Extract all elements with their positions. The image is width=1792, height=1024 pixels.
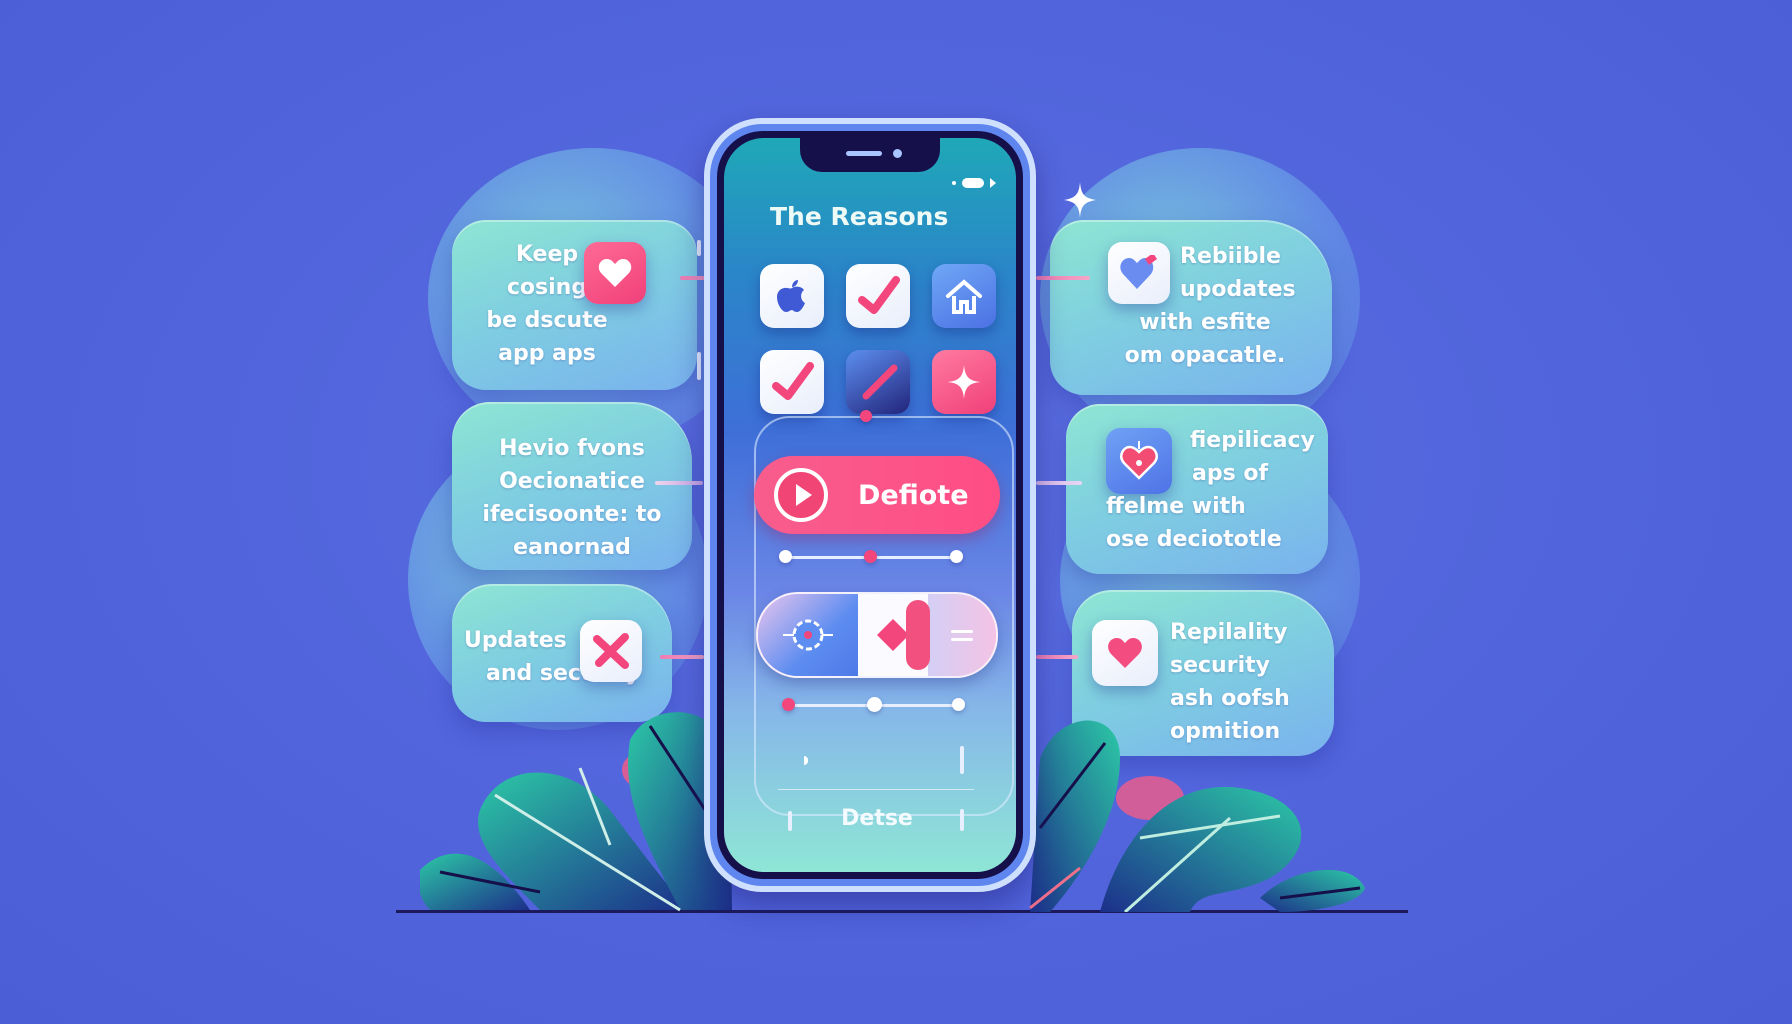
segmented-toggle[interactable] <box>756 592 998 678</box>
slider-endpoint <box>782 698 795 711</box>
checkmark-icon <box>772 362 814 400</box>
left-card-2: Hevio fvons Oecionatice ifecisoonte: to … <box>452 402 692 570</box>
panel-tick <box>960 809 964 831</box>
right-card-1: Rebiible upodates with esfite om opacatl… <box>1050 220 1332 395</box>
card-text-line: with esfite <box>1139 310 1271 335</box>
slider-endpoint <box>779 550 792 563</box>
battery-icon <box>962 178 984 188</box>
slider-thumb[interactable] <box>867 697 882 712</box>
signal-dot-icon <box>952 181 956 185</box>
apple-logo-icon <box>777 280 805 312</box>
card-text-line: om opacatle. <box>1124 343 1286 368</box>
card-text-line: ifecisoonte: to <box>482 502 662 527</box>
card-text-line: upodates <box>1180 277 1296 302</box>
card-text-line: Oecionatice <box>499 469 645 494</box>
card-text-line: be dscute <box>486 308 608 333</box>
slider-thumb[interactable] <box>864 550 877 563</box>
card-text-line: Hevio fvons <box>499 436 645 461</box>
app-icon-checklist[interactable] <box>846 264 910 328</box>
status-bar <box>952 178 996 188</box>
connector-line <box>1036 655 1078 659</box>
segment-menu[interactable] <box>928 594 996 676</box>
connector-line <box>1036 276 1090 280</box>
phone-notch <box>800 138 940 172</box>
card-text-line: Rebiible <box>1180 244 1281 269</box>
segment-gear[interactable] <box>758 594 858 676</box>
cross-mark-icon <box>580 620 642 682</box>
primary-button[interactable]: Defiote <box>754 456 1000 534</box>
connector-line <box>660 655 704 659</box>
app-icon-tasks[interactable] <box>760 350 824 414</box>
card-text-line: security <box>1170 653 1270 678</box>
segment-diamond[interactable] <box>858 594 930 676</box>
checkmark-icon <box>862 364 898 400</box>
speaker-grille <box>846 151 882 156</box>
card-text-line: aps of <box>1192 461 1269 486</box>
leaf-decoration-right <box>1029 720 1365 912</box>
footer-label: Detse <box>841 806 913 831</box>
connector-line <box>655 481 703 485</box>
heart-icon <box>584 242 646 304</box>
card-text-line: ose deciototle <box>1106 527 1282 552</box>
card-text-line: Repilality <box>1170 620 1288 645</box>
heart-icon <box>1108 242 1170 304</box>
connector-tick <box>697 352 701 380</box>
panel-tick <box>960 746 964 774</box>
arrow-icon <box>990 178 996 188</box>
indicator-dot <box>860 410 872 422</box>
gear-icon <box>783 619 833 651</box>
card-text-line: app aps <box>498 341 596 366</box>
play-icon <box>774 468 828 522</box>
sparkle-icon <box>1064 182 1096 218</box>
right-card-2: fiepilicacy aps of ffelme with ose decio… <box>1066 404 1328 574</box>
connector-tick <box>697 240 701 256</box>
slider-endpoint <box>952 698 965 711</box>
phone-screen: The Reasons Defiote Detse <box>724 138 1016 872</box>
home-icon <box>946 279 982 314</box>
heart-lock-icon <box>1106 428 1172 494</box>
app-icon-home[interactable] <box>932 264 996 328</box>
panel-divider <box>778 789 974 790</box>
heart-icon <box>1092 620 1158 686</box>
panel-tick <box>788 811 792 831</box>
slider-endpoint <box>950 550 963 563</box>
leaf-decoration-left <box>420 712 732 912</box>
app-icon-notes[interactable] <box>846 350 910 414</box>
primary-button-label: Defiote <box>858 479 969 511</box>
screen-title: The Reasons <box>770 202 949 231</box>
smartphone: The Reasons Defiote Detse <box>704 118 1036 892</box>
card-text-line: eanornad <box>513 535 631 560</box>
connector-line <box>1036 481 1082 485</box>
menu-lines-icon <box>951 629 973 633</box>
checkmark-icon <box>858 276 900 314</box>
app-icon-apple[interactable] <box>760 264 824 328</box>
left-card-1: Keep cosing be dscute app aps <box>452 220 697 390</box>
card-text-line: ffelme with <box>1106 494 1246 519</box>
sparkle-star-icon <box>947 365 981 399</box>
front-camera <box>893 149 902 158</box>
card-text-line: fiepilicacy <box>1190 428 1315 453</box>
app-icon-sparkle[interactable] <box>932 350 996 414</box>
